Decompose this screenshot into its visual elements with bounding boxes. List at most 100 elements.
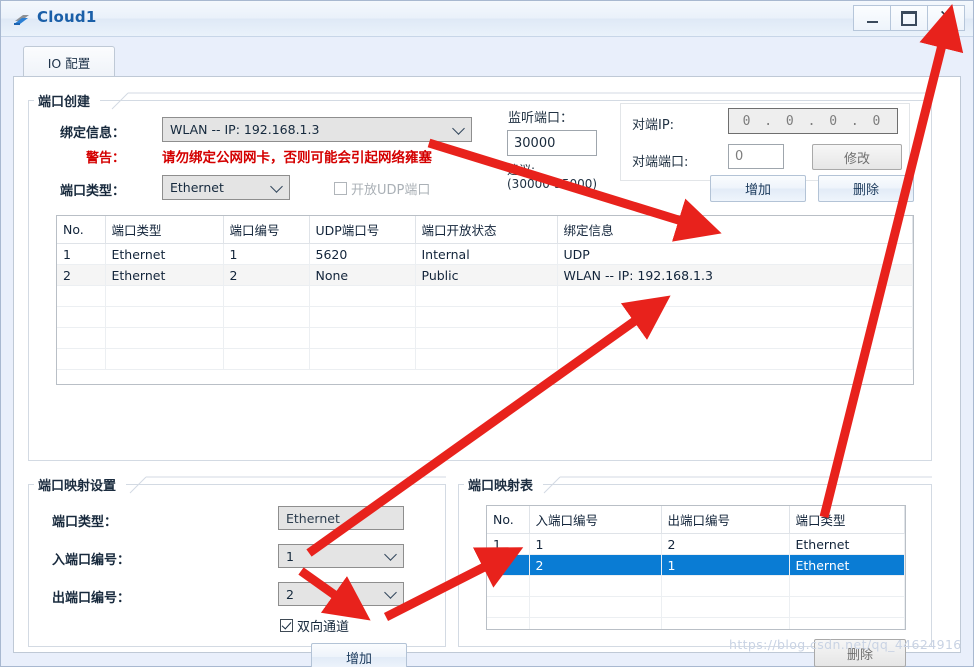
group-title-port-create: 端口创建 (34, 91, 101, 110)
checkbox-box (280, 619, 293, 632)
chevron-down-icon (452, 121, 465, 135)
table-row-empty[interactable]: . (487, 617, 905, 629)
chevron-down-icon (270, 179, 283, 193)
cell-out-port: 2 (661, 533, 790, 555)
cell-port-type: Ethernet (789, 533, 905, 555)
window-title: Cloud1 (37, 8, 97, 26)
col-no: No. (487, 506, 530, 534)
col-no: No. (57, 216, 106, 244)
out-port-value: 2 (286, 586, 294, 602)
cell-in-port: 2 (529, 554, 662, 576)
cell-port-type: Ethernet (105, 264, 224, 286)
open-udp-port-label: 开放UDP端口 (351, 183, 431, 198)
listen-port-hint-2: (30000-35000) (507, 177, 598, 191)
bind-info-combo[interactable]: WLAN -- IP: 192.168.1.3 (162, 117, 472, 142)
peer-port-label: 对端端口: (632, 155, 689, 170)
cell-bind-info: UDP (557, 243, 913, 265)
cell-out-port: 1 (661, 554, 790, 576)
add-port-button[interactable]: 增加 (710, 175, 806, 202)
warning-text: 请勿绑定公网网卡，否则可能会引起网络雍塞 (162, 150, 432, 166)
group-mapping-settings: 端口映射设置 端口类型： Ethernet 入端口编号： 1 出端口编号： 2 (28, 475, 446, 667)
bidirectional-checkbox[interactable]: 双向通道 (280, 616, 349, 635)
tab-io-config[interactable]: IO 配置 (23, 46, 115, 77)
table-row-empty[interactable]: . (487, 596, 905, 618)
col-udp-port: UDP端口号 (309, 216, 416, 244)
cell-port-type: Ethernet (789, 554, 905, 576)
table-row-empty[interactable]: . (57, 327, 913, 349)
cell-port-type: Ethernet (105, 243, 224, 265)
group-mapping-table: 端口映射表 No. 入端口编号 出端口编号 端口类型 1 1 2 Etherne… (458, 475, 932, 667)
in-port-value: 1 (286, 548, 294, 564)
in-port-combo[interactable]: 1 (278, 544, 404, 568)
peer-port-value: 0 (735, 149, 744, 164)
delete-port-button[interactable]: 删除 (818, 175, 914, 202)
table-row-empty[interactable]: . (487, 575, 905, 597)
table-row[interactable]: 2 Ethernet 2 None Public WLAN -- IP: 192… (57, 264, 913, 286)
port-type-label: 端口类型： (60, 184, 126, 199)
cell-bind-info: WLAN -- IP: 192.168.1.3 (557, 264, 913, 286)
cell-port-number: 1 (223, 243, 310, 265)
minimize-button[interactable] (853, 5, 891, 31)
chevron-down-icon (384, 548, 397, 561)
bind-info-value: WLAN -- IP: 192.168.1.3 (170, 122, 320, 137)
col-port-type: 端口类型 (105, 216, 224, 244)
cloud1-window: Cloud1 ✕ IO 配置 端口创建 绑定信息： WLAN -- IP: 19… (0, 0, 974, 667)
listen-port-label: 监听端口： (508, 111, 574, 126)
cloud-device-icon (12, 9, 32, 29)
cell-port-number: 2 (223, 264, 310, 286)
checkbox-box (334, 182, 347, 195)
table-row-empty[interactable]: . (57, 285, 913, 307)
port-table[interactable]: No. 端口类型 端口编号 UDP端口号 端口开放状态 绑定信息 1 Ether… (56, 215, 914, 385)
peer-ip-label: 对端IP: (632, 118, 675, 133)
tab-page-io-config: 端口创建 绑定信息： WLAN -- IP: 192.168.1.3 警告： 请… (13, 76, 961, 667)
chevron-down-icon (384, 586, 397, 599)
peer-port-input[interactable]: 0 (728, 144, 784, 169)
modify-button[interactable]: 修改 (812, 144, 902, 170)
mapping-port-type-label: 端口类型： (52, 515, 118, 530)
maximize-button[interactable] (890, 5, 928, 31)
peer-ip-input[interactable]: 0 . 0 . 0 . 0 (728, 108, 898, 134)
out-port-label: 出端口编号： (52, 591, 131, 606)
table-row[interactable]: 1 1 2 Ethernet (487, 533, 905, 555)
watermark: https://blog.csdn.net/qq_44624916 (729, 637, 962, 652)
port-type-combo[interactable]: Ethernet (162, 175, 290, 200)
in-port-label: 入端口编号： (52, 553, 131, 568)
cell-udp-port: 5620 (309, 243, 416, 265)
listen-port-input[interactable]: 30000 (507, 130, 597, 156)
col-port-number: 端口编号 (223, 216, 310, 244)
col-port-state: 端口开放状态 (415, 216, 558, 244)
table-row[interactable]: 1 Ethernet 1 5620 Internal UDP (57, 243, 913, 265)
mapping-port-type-value: Ethernet (286, 510, 340, 526)
col-bind-info: 绑定信息 (557, 216, 913, 244)
cell-no: 1 (487, 533, 530, 555)
mapping-port-type-combo[interactable]: Ethernet (278, 506, 404, 530)
cell-no: 2 (57, 264, 106, 286)
group-title-mapping-settings: 端口映射设置 (34, 475, 127, 494)
cell-no: 1 (57, 243, 106, 265)
cell-in-port: 1 (529, 533, 662, 555)
bidirectional-label: 双向通道 (297, 620, 350, 635)
mapping-add-button[interactable]: 增加 (311, 643, 407, 667)
col-port-type: 端口类型 (789, 506, 905, 534)
window-controls: ✕ (853, 5, 965, 31)
table-row-empty[interactable]: . (57, 348, 913, 370)
warning-label: 警告： (86, 151, 126, 166)
table-row-empty[interactable]: . (57, 306, 913, 328)
listen-port-value: 30000 (514, 135, 556, 151)
cell-udp-port: None (309, 264, 416, 286)
close-button[interactable]: ✕ (927, 5, 965, 31)
cell-port-state: Internal (415, 243, 558, 265)
open-udp-port-checkbox[interactable]: 开放UDP端口 (334, 179, 430, 198)
table-row-selected[interactable]: 2 2 1 Ethernet (487, 554, 905, 576)
bind-info-label: 绑定信息： (60, 126, 126, 141)
table-header-row: No. 入端口编号 出端口编号 端口类型 (487, 506, 905, 534)
table-header-row: No. 端口类型 端口编号 UDP端口号 端口开放状态 绑定信息 (57, 216, 913, 244)
col-in-port: 入端口编号 (529, 506, 662, 534)
group-title-mapping-table: 端口映射表 (464, 475, 544, 494)
mapping-table[interactable]: No. 入端口编号 出端口编号 端口类型 1 1 2 Ethernet 2 2 … (486, 505, 906, 630)
col-out-port: 出端口编号 (661, 506, 790, 534)
out-port-combo[interactable]: 2 (278, 582, 404, 606)
listen-port-hint-1: 建议: (507, 163, 536, 177)
cell-no: 2 (487, 554, 530, 576)
group-port-create: 端口创建 绑定信息： WLAN -- IP: 192.168.1.3 警告： 请… (28, 91, 932, 461)
